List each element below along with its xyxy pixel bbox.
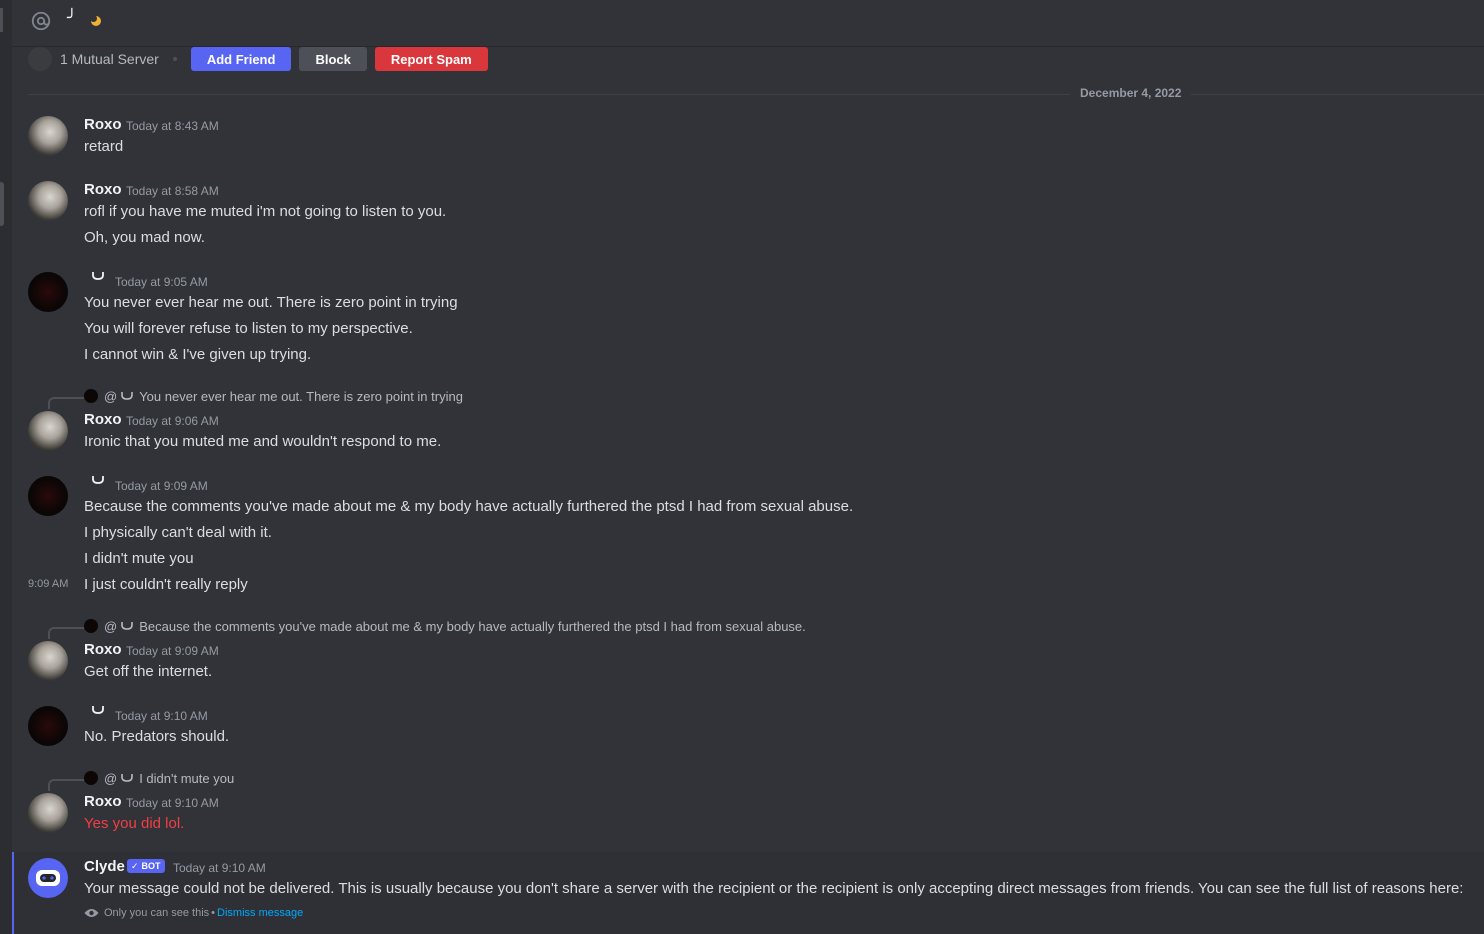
block-button[interactable]: Block [299,47,367,71]
message-text: I physically can't deal with it. [84,524,272,541]
message-text: No. Predators should. [84,728,230,745]
message-timestamp: Today at 9:10 AM [173,861,266,875]
message-timestamp: Today at 9:05 AM [115,275,208,289]
server-sidebar-edge [0,0,12,934]
reply-avatar [84,389,98,403]
reply-avatar [84,619,98,633]
author-name[interactable]: Roxo [84,181,122,198]
message-text: retard [84,138,124,155]
profile-action-bar: 1 Mutual Server Add Friend Block Report … [28,46,496,72]
message-text: Ironic that you muted me and wouldn't re… [84,433,442,450]
reply-username-glyph [121,392,134,400]
username-glyph[interactable] [92,476,104,484]
verified-check-icon: ✓ [131,860,139,871]
reply-mention-at: @ [104,770,118,786]
eye-icon [84,909,99,917]
avatar[interactable] [28,793,68,833]
reply-text: Because the comments you've made about m… [139,618,806,634]
date-divider-line [28,94,1484,95]
reply-spine [48,627,84,639]
message-text: You never ever hear me out. There is zer… [84,294,458,311]
reply-text: I didn't mute you [139,770,235,786]
message-text: Yes you did lol. [84,815,185,832]
sidebar-pill-top [0,8,3,32]
only-you-text: Only you can see this [104,907,210,919]
notice-separator: • [211,907,216,919]
dismiss-message-link[interactable]: Dismiss message [217,907,303,919]
author-name[interactable]: Clyde [84,858,125,875]
message-text: Oh, you mad now. [84,229,205,246]
avatar[interactable] [28,116,68,156]
reply-preview[interactable]: @ You never ever hear me out. There is z… [84,388,463,404]
report-spam-button[interactable]: Report Spam [374,47,488,71]
reply-username-glyph [121,622,134,630]
date-divider: December 4, 2022 [1070,86,1192,100]
reply-mention-at: @ [104,618,118,634]
hover-timestamp: 9:09 AM [28,578,69,590]
username-glyph[interactable] [92,706,104,714]
author-name[interactable]: Roxo [84,641,122,658]
avatar[interactable] [28,181,68,221]
message-text: Your message could not be delivered. Thi… [84,880,1464,897]
sidebar-pill [0,182,4,226]
avatar[interactable] [28,272,68,312]
robot-icon [36,870,60,886]
reply-spine [48,397,84,409]
avatar[interactable] [28,641,68,681]
username-glyph[interactable] [92,272,104,280]
message-timestamp: Today at 9:10 AM [115,709,208,723]
reply-mention-at: @ [104,388,118,404]
message-timestamp: Today at 8:43 AM [126,119,219,133]
reply-preview[interactable]: @ Because the comments you've made about… [84,618,806,634]
message-text: Get off the internet. [84,663,213,680]
add-friend-button[interactable]: Add Friend [190,47,292,71]
dm-username[interactable]: ╯ [67,8,77,28]
idle-status-icon [90,15,101,26]
channel-header: ╯ [12,0,1484,47]
mutual-servers-link[interactable]: 1 Mutual Server [60,51,159,67]
author-name[interactable]: Roxo [84,793,122,810]
bot-badge-label: BOT [141,861,161,871]
at-mention-icon [31,11,51,31]
message-text: rofl if you have me muted i'm not going … [84,203,447,220]
message-text: Because the comments you've made about m… [84,498,854,515]
avatar[interactable] [28,476,68,516]
reply-avatar [84,771,98,785]
reply-preview[interactable]: @ I didn't mute you [84,770,234,786]
reply-text: You never ever hear me out. There is zer… [139,388,463,404]
avatar[interactable] [28,411,68,451]
message-timestamp: Today at 9:09 AM [126,644,219,658]
message-text: I just couldn't really reply [84,576,248,593]
message-text: You will forever refuse to listen to my … [84,320,413,337]
author-name[interactable]: Roxo [84,411,122,428]
avatar[interactable] [28,706,68,746]
reply-spine [48,779,84,791]
clyde-avatar[interactable] [28,858,68,898]
message-text: I didn't mute you [84,550,194,567]
message-text: I cannot win & I've given up trying. [84,346,312,363]
message-timestamp: Today at 9:06 AM [126,414,219,428]
message-timestamp: Today at 9:09 AM [115,479,208,493]
separator-dot [172,57,177,61]
bot-badge: ✓ BOT [127,859,165,873]
message-timestamp: Today at 9:10 AM [126,796,219,810]
mutual-server-icon[interactable] [28,47,52,71]
message-timestamp: Today at 8:58 AM [126,184,219,198]
reply-username-glyph [121,774,134,782]
author-name[interactable]: Roxo [84,116,122,133]
ephemeral-notice: Only you can see this • Dismiss message [84,907,303,919]
